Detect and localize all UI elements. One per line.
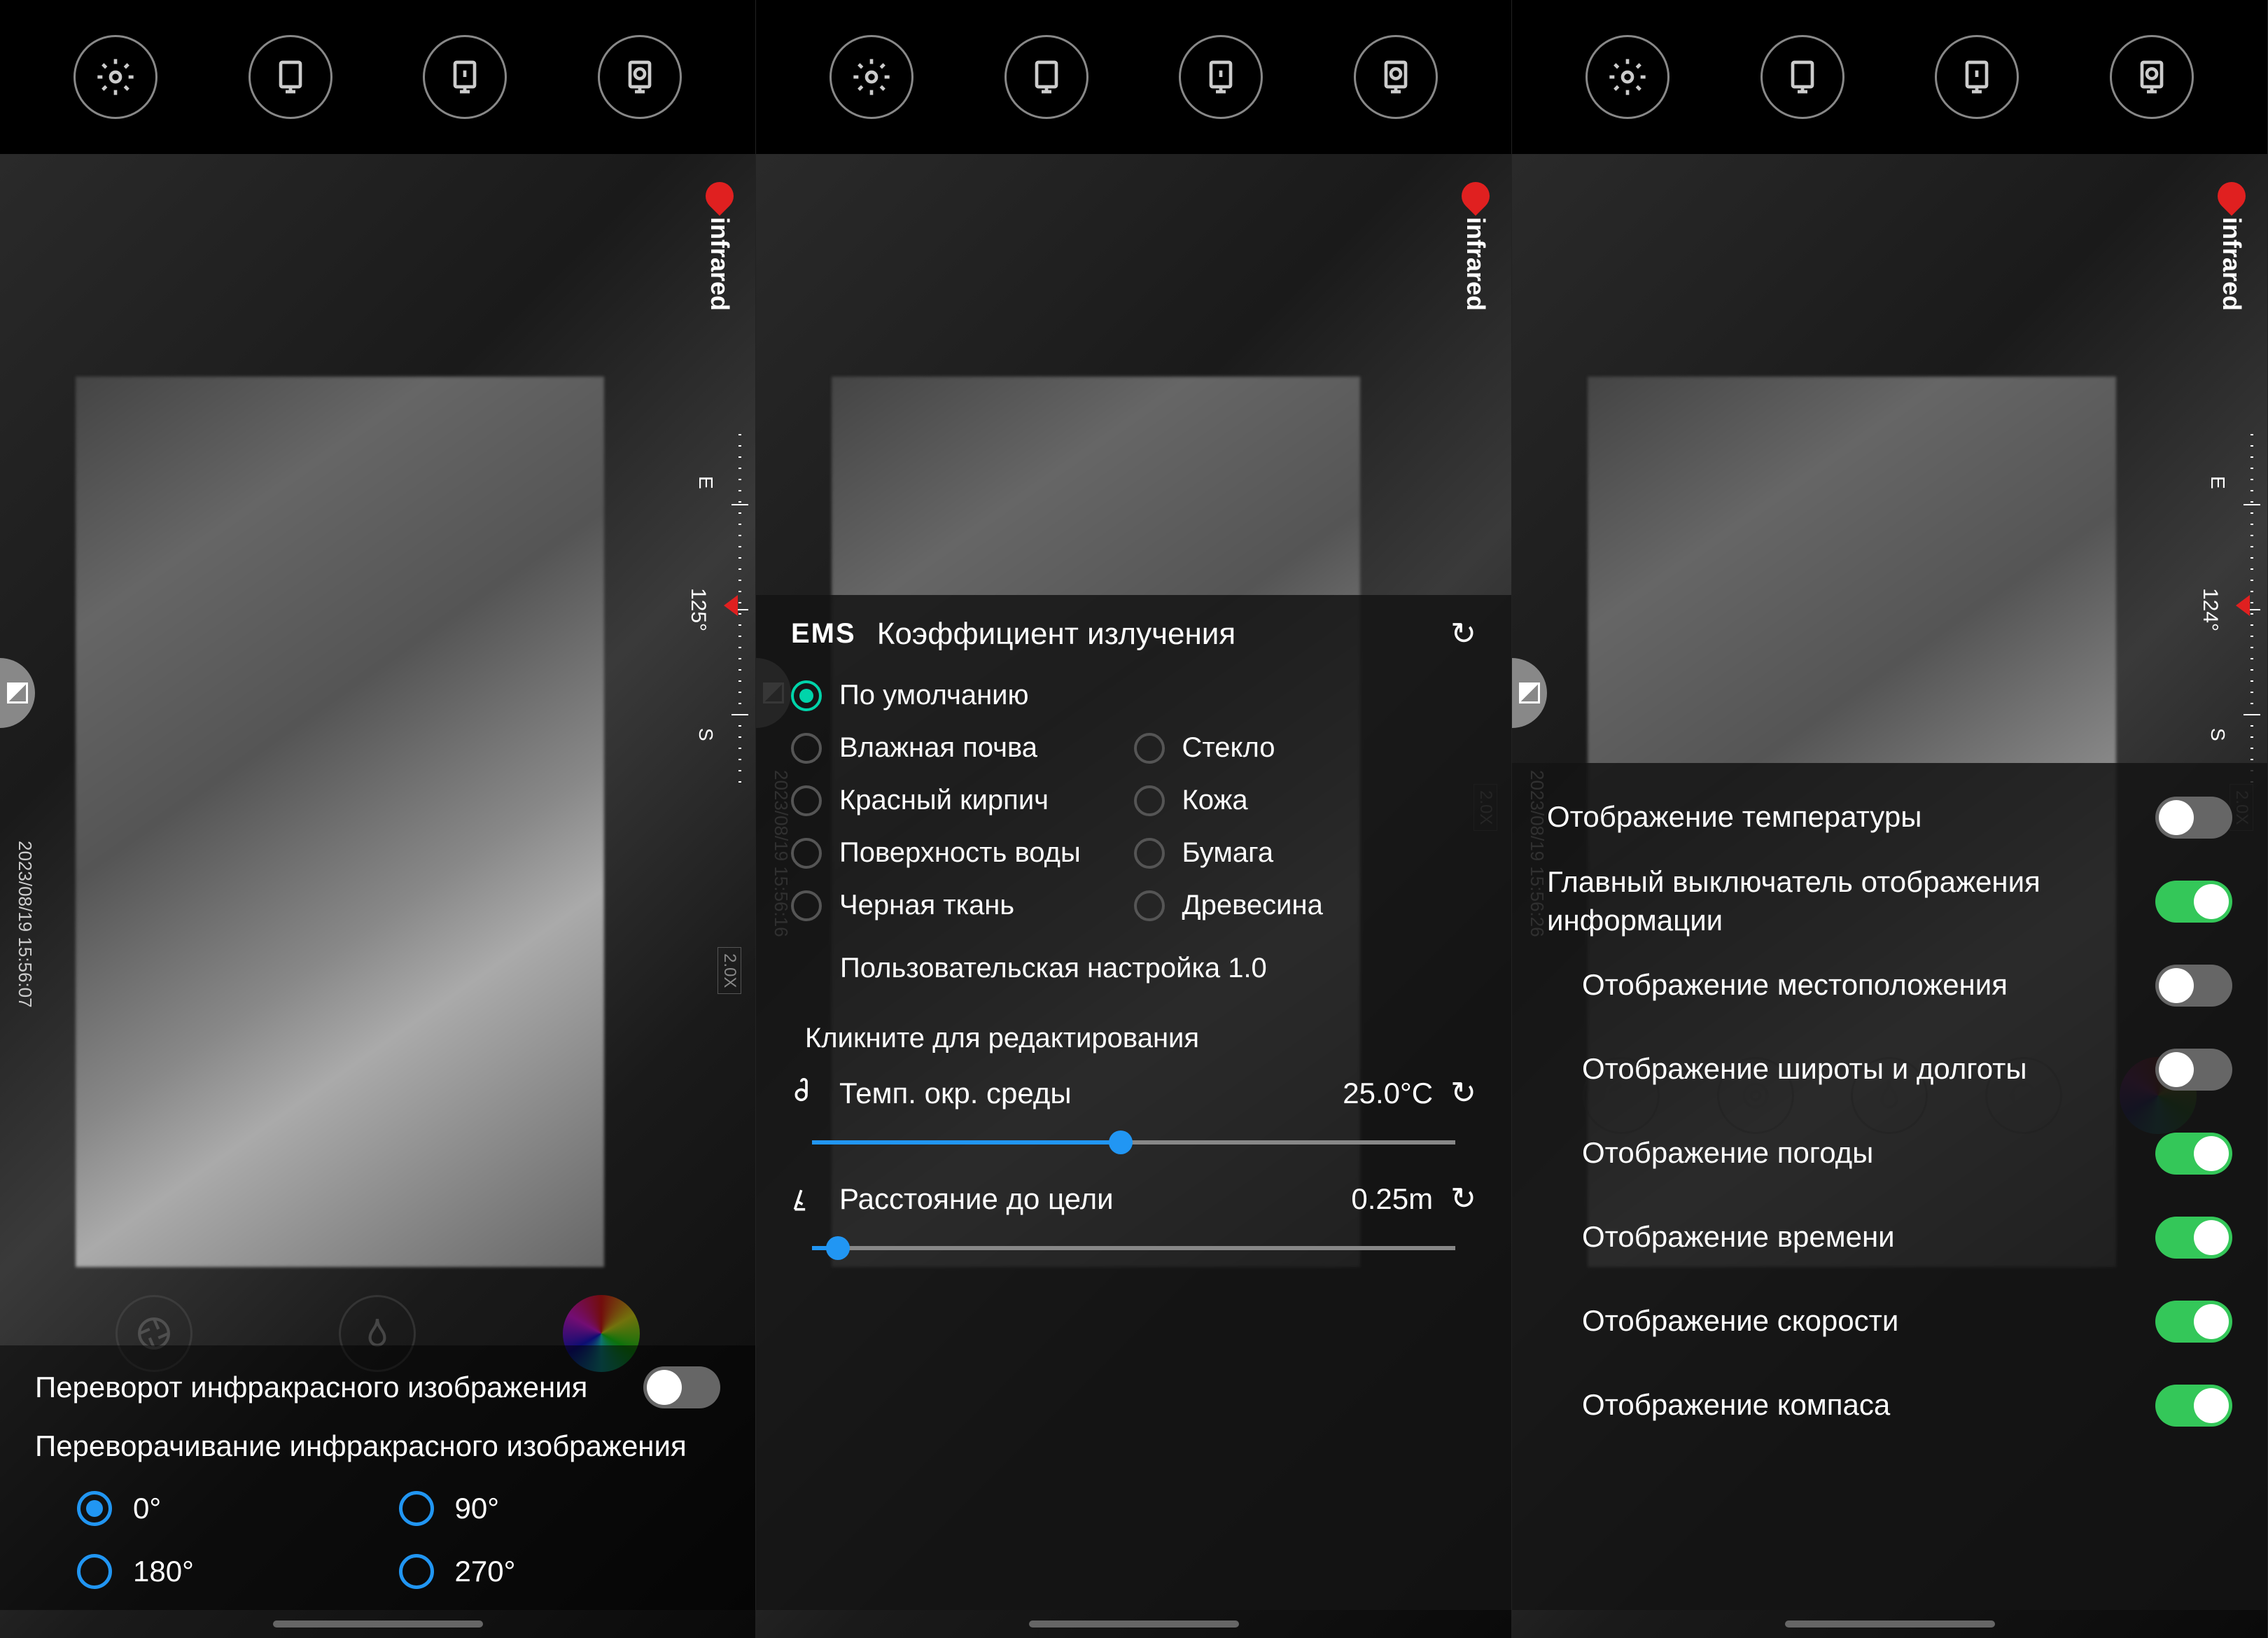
angle-270[interactable]: 270° bbox=[399, 1554, 679, 1589]
brand-logo: infrared bbox=[705, 182, 734, 311]
distance-value: 0.25m bbox=[1351, 1182, 1433, 1216]
brand-logo: infrared bbox=[2217, 182, 2246, 311]
datetime: 2023/08/19 15:56:07 bbox=[14, 841, 36, 1008]
flip-toggle[interactable] bbox=[643, 1366, 720, 1408]
toggle-location: Отображение местоположения bbox=[1547, 945, 2232, 1026]
dist-reset-icon[interactable]: ↻ bbox=[1450, 1181, 1476, 1217]
thermal-preview: infrared E 124° S 2023/08/19 15:56:26 2.… bbox=[1512, 154, 2267, 1638]
weather-toggle[interactable] bbox=[2155, 1133, 2232, 1175]
nav-handle[interactable] bbox=[1785, 1620, 1995, 1628]
master-toggle[interactable] bbox=[2155, 881, 2232, 923]
mode2-button[interactable] bbox=[1935, 35, 2019, 119]
dist-slider[interactable] bbox=[812, 1231, 1455, 1266]
speed-toggle[interactable] bbox=[2155, 1301, 2232, 1343]
ems-paper[interactable]: Бумага bbox=[1134, 837, 1477, 869]
ems-brick[interactable]: Красный кирпич bbox=[791, 785, 1134, 816]
ems-wood[interactable]: Древесина bbox=[1134, 890, 1477, 921]
ems-glass[interactable]: Стекло bbox=[1134, 732, 1477, 764]
screen-emissivity: infrared 2023/08/19 15:56:16 2.0X EMS Ко… bbox=[756, 0, 1512, 1638]
nav-handle[interactable] bbox=[1029, 1620, 1239, 1628]
temp-toggle[interactable] bbox=[2155, 797, 2232, 839]
ems-title: Коэффициент излучения bbox=[877, 617, 1429, 652]
toggle-compass: Отображение компаса bbox=[1547, 1365, 2232, 1446]
brand-logo: infrared bbox=[1461, 182, 1490, 311]
temp-reset-icon[interactable]: ↻ bbox=[1450, 1075, 1476, 1111]
flip-toggle-label: Переворот инфракрасного изображения bbox=[35, 1368, 643, 1407]
ems-cloth[interactable]: Черная ткань bbox=[791, 890, 1134, 921]
time-toggle[interactable] bbox=[2155, 1217, 2232, 1259]
ems-water[interactable]: Поверхность воды bbox=[791, 837, 1134, 869]
zoom-level: 2.0X bbox=[718, 947, 741, 994]
mode3-button[interactable] bbox=[598, 35, 682, 119]
mode1-button[interactable] bbox=[1760, 35, 1844, 119]
ems-default[interactable]: По умолчанию bbox=[791, 680, 1476, 711]
top-toolbar bbox=[756, 0, 1511, 154]
ems-wetsoil[interactable]: Влажная почва bbox=[791, 732, 1134, 764]
toggle-weather: Отображение погоды bbox=[1547, 1113, 2232, 1194]
nav-handle[interactable] bbox=[273, 1620, 483, 1628]
ems-custom[interactable]: Пользовательская настройка 1.0 bbox=[791, 942, 1476, 995]
angle-0[interactable]: 0° bbox=[77, 1491, 357, 1526]
reset-icon[interactable]: ↻ bbox=[1450, 616, 1476, 652]
mode2-button[interactable] bbox=[1179, 35, 1263, 119]
ems-badge: EMS bbox=[791, 618, 856, 650]
compass-ruler: E 124° S bbox=[2211, 434, 2253, 784]
toggle-speed: Отображение скорости bbox=[1547, 1281, 2232, 1362]
toggle-time: Отображение времени bbox=[1547, 1197, 2232, 1278]
mode3-button[interactable] bbox=[1354, 35, 1438, 119]
thermal-preview: infrared E 125° S 2023/08/19 15:56:07 2.… bbox=[0, 154, 755, 1638]
mode3-button[interactable] bbox=[2110, 35, 2194, 119]
thermal-preview: infrared 2023/08/19 15:56:16 2.0X EMS Ко… bbox=[756, 154, 1511, 1638]
edit-hint: Кликните для редактирования bbox=[791, 1023, 1476, 1054]
ambient-temp-label: Темп. окр. среды bbox=[839, 1077, 1325, 1110]
angle-180[interactable]: 180° bbox=[77, 1554, 357, 1589]
rotation-panel: Переворот инфракрасного изображения Пере… bbox=[0, 1345, 755, 1610]
settings-button[interactable] bbox=[1586, 35, 1670, 119]
temp-slider[interactable] bbox=[812, 1125, 1455, 1160]
compass-toggle[interactable] bbox=[2155, 1385, 2232, 1427]
side-handle[interactable] bbox=[0, 658, 35, 728]
compass-ruler: E 125° S bbox=[699, 434, 741, 784]
mode1-button[interactable] bbox=[1004, 35, 1088, 119]
mode1-button[interactable] bbox=[248, 35, 332, 119]
distance-label: Расстояние до цели bbox=[839, 1182, 1334, 1216]
mode2-button[interactable] bbox=[423, 35, 507, 119]
settings-button[interactable] bbox=[74, 35, 158, 119]
side-handle[interactable] bbox=[1512, 658, 1547, 728]
toggle-latlng: Отображение широты и долготы bbox=[1547, 1029, 2232, 1110]
toggle-master: Главный выключатель отображения информац… bbox=[1547, 861, 2232, 941]
emissivity-panel: EMS Коэффициент излучения ↻ По умолчанию… bbox=[756, 595, 1511, 1610]
thermometer-icon bbox=[791, 1078, 822, 1109]
ems-leather[interactable]: Кожа bbox=[1134, 785, 1477, 816]
latlng-toggle[interactable] bbox=[2155, 1049, 2232, 1091]
screen-rotation: infrared E 125° S 2023/08/19 15:56:07 2.… bbox=[0, 0, 756, 1638]
distance-icon bbox=[791, 1184, 822, 1214]
rotation-section-title: Переворачивание инфракрасного изображени… bbox=[35, 1429, 720, 1463]
screen-display-toggles: infrared E 124° S 2023/08/19 15:56:26 2.… bbox=[1512, 0, 2268, 1638]
toggle-temp: Отображение температуры bbox=[1547, 777, 2232, 858]
location-toggle[interactable] bbox=[2155, 965, 2232, 1007]
top-toolbar bbox=[0, 0, 755, 154]
display-toggles-panel: Отображение температуры Главный выключат… bbox=[1512, 763, 2267, 1610]
top-toolbar bbox=[1512, 0, 2267, 154]
ambient-temp-value: 25.0°C bbox=[1343, 1077, 1433, 1110]
angle-90[interactable]: 90° bbox=[399, 1491, 679, 1526]
settings-button[interactable] bbox=[830, 35, 913, 119]
